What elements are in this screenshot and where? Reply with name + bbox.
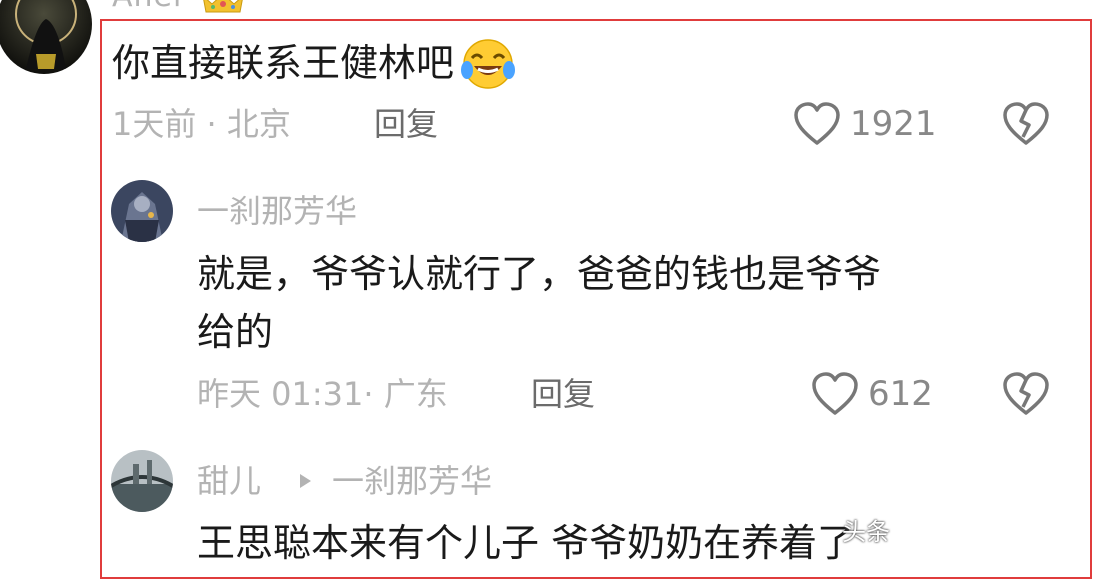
comment-meta: 1天前 · 北京 (112, 105, 291, 143)
like-count: 612 (868, 374, 933, 414)
reply-username[interactable]: 甜儿 (197, 460, 261, 502)
dislike-broken-heart-icon[interactable] (1001, 371, 1051, 417)
watermark: 头条 (842, 518, 890, 546)
reply-button[interactable]: 回复 (374, 104, 438, 144)
reply-text-line1: 就是，爷爷认就行了，爸爸的钱也是爷爷 (197, 252, 882, 296)
reply-button[interactable]: 回复 (531, 374, 595, 414)
like-count: 1921 (850, 104, 937, 144)
commenter-username[interactable]: Anei (112, 0, 182, 12)
comment-text: 你直接联系王健林吧 (112, 36, 518, 90)
vip-crown-icon (200, 0, 246, 14)
reply-text-line2: 给的 (197, 310, 274, 354)
reply-to-username[interactable]: 一刹那芳华 (332, 460, 492, 502)
like-heart-icon[interactable] (811, 371, 859, 417)
reply-avatar[interactable] (111, 450, 173, 512)
reply-avatar[interactable] (111, 180, 173, 242)
reply-arrow-icon (296, 472, 314, 490)
laughing-crying-emoji-icon (458, 36, 518, 90)
like-heart-icon[interactable] (793, 101, 841, 147)
reply-username[interactable]: 一刹那芳华 (197, 190, 357, 232)
dislike-broken-heart-icon[interactable] (1001, 101, 1051, 147)
commenter-avatar[interactable] (0, 0, 92, 74)
reply-meta: 昨天 01:31· 广东 (197, 375, 448, 413)
reply-text-line1: 王思聪本来有个儿子 爷爷奶奶在养着了 (197, 521, 856, 565)
